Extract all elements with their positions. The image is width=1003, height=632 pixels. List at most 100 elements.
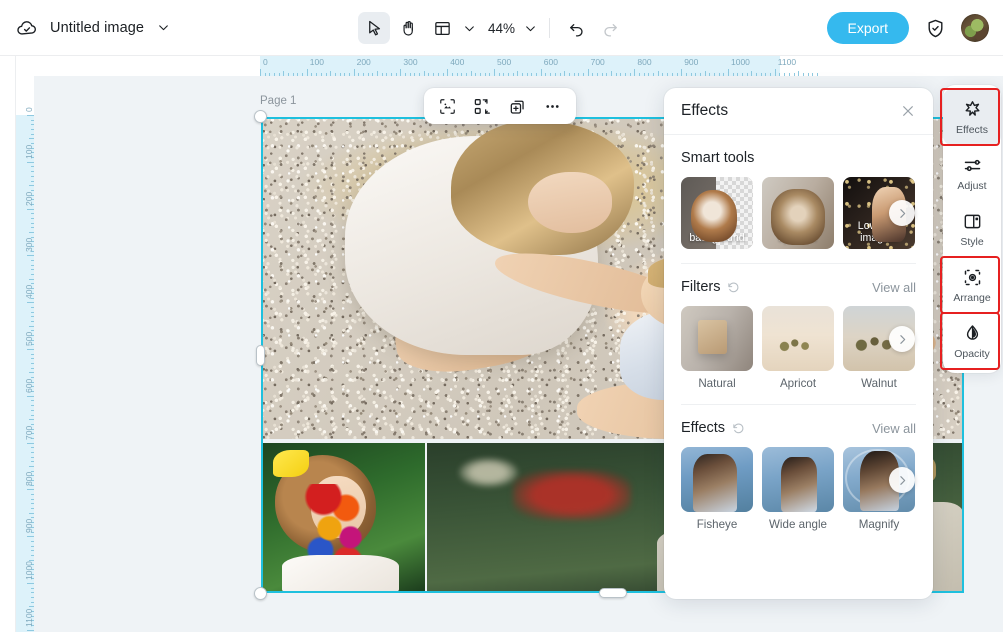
redo-button[interactable] [594, 12, 626, 44]
shield-check-icon[interactable] [923, 16, 947, 40]
ruler-tick-minor [29, 606, 34, 607]
thumbnail-image-upscaler[interactable]: Image upscaler [762, 177, 834, 249]
page-label: Page 1 [260, 95, 296, 107]
chevron-right-icon[interactable] [889, 200, 915, 226]
chevron-right-icon[interactable] [889, 467, 915, 493]
horizontal-ruler[interactable]: 010020030040050060070080090010001100 [16, 56, 1003, 76]
ruler-tick-label: 700 [591, 58, 605, 67]
ruler-tick-minor [405, 73, 406, 76]
layout-tool[interactable] [426, 12, 458, 44]
ruler-tick-label: 700 [25, 425, 34, 439]
style-panel-icon [961, 211, 983, 233]
resize-handle-bottom-left[interactable] [254, 587, 267, 600]
topbar-tool-group: 44% [358, 0, 626, 56]
section-title: Effects [681, 420, 725, 436]
ruler-tick-minor [765, 73, 766, 76]
chevron-right-icon[interactable] [889, 326, 915, 352]
vertical-ruler[interactable]: 010020030040050060070080090010001100 [16, 76, 34, 632]
resize-handle-left[interactable] [256, 345, 265, 366]
section-title: Smart tools [681, 150, 754, 166]
ruler-tick-minor [443, 73, 444, 76]
ruler-tick-minor [31, 555, 34, 556]
cloud-check-icon[interactable] [14, 15, 40, 41]
view-all-link[interactable]: View all [872, 421, 916, 436]
duplicate-plus-icon[interactable] [504, 92, 532, 120]
rail-item-effects[interactable]: Effects [943, 89, 1001, 145]
export-button[interactable]: Export [827, 12, 909, 44]
layout-chevron-down-icon[interactable] [460, 19, 478, 37]
rail-item-opacity[interactable]: Opacity [943, 313, 1001, 369]
ruler-tick-major [588, 69, 589, 76]
thumbnail-natural[interactable] [681, 306, 753, 371]
ruler-tick-label: 1000 [731, 58, 750, 67]
photo-toddler-with-paint[interactable] [262, 443, 425, 591]
thumbnail-wide-angle[interactable] [762, 447, 834, 512]
crop-frame-icon[interactable] [434, 92, 462, 120]
ruler-tick-major [27, 443, 34, 444]
rail-item-style[interactable]: Style [943, 201, 1001, 257]
ruler-tick-minor [812, 73, 813, 76]
ruler-tick-label: 300 [25, 238, 34, 252]
ruler-tick-major [27, 630, 34, 631]
ruler-tick-minor [761, 73, 762, 76]
avatar[interactable] [961, 14, 989, 42]
ruler-tick-minor [279, 73, 280, 76]
rail-item-arrange[interactable]: Arrange [943, 257, 1001, 313]
effects-panel-body[interactable]: Smart tools Remove backgroundImage upscal… [664, 135, 933, 599]
reset-circle-icon[interactable] [727, 281, 740, 294]
ruler-tick-minor [419, 73, 420, 76]
ruler-tick-minor [31, 424, 34, 425]
ruler-active-band [260, 56, 780, 76]
ruler-tick-minor [648, 73, 649, 76]
more-horizontal-icon[interactable] [539, 92, 567, 120]
ruler-tick-minor [461, 73, 462, 76]
ruler-tick-minor [31, 171, 34, 172]
ruler-tick-minor [531, 73, 532, 76]
undo-button[interactable] [560, 12, 592, 44]
ruler-tick-minor [31, 457, 34, 458]
section-title-group: Filters [681, 279, 740, 295]
ruler-tick-minor [31, 368, 34, 369]
left-panel-strip[interactable] [0, 56, 16, 632]
resize-handle-bottom[interactable] [599, 588, 627, 598]
ruler-tick-minor [630, 73, 631, 76]
ruler-tick-minor [297, 73, 298, 76]
ruler-tick-minor [330, 71, 331, 76]
select-tool[interactable] [358, 12, 390, 44]
view-all-link[interactable]: View all [872, 280, 916, 295]
ruler-tick-label: 400 [450, 58, 464, 67]
ruler-tick-label: 0 [25, 107, 34, 112]
chevron-down-icon[interactable] [154, 19, 172, 37]
zoom-level-value[interactable]: 44% [480, 21, 519, 36]
ruler-tick-minor [414, 73, 415, 76]
resize-handle-top-left[interactable] [254, 110, 267, 123]
ruler-tick-minor [658, 71, 659, 76]
ruler-tick-minor [719, 73, 720, 76]
ruler-tick-minor [31, 181, 34, 182]
ruler-tick-minor [293, 73, 294, 76]
ruler-tick-minor [31, 321, 34, 322]
rail-item-adjust[interactable]: Adjust [943, 145, 1001, 201]
thumbnail-fisheye[interactable] [681, 447, 753, 512]
zoom-chevron-down-icon[interactable] [521, 19, 539, 37]
topbar-right-group: Export [827, 0, 989, 56]
hand-tool[interactable] [392, 12, 424, 44]
ruler-tick-minor [274, 73, 275, 76]
close-x-icon[interactable] [897, 100, 919, 122]
ruler-tick-label: 600 [544, 58, 558, 67]
thumbnail-row: FisheyeWide angleMagnify [681, 447, 916, 531]
thumbnail-apricot[interactable] [762, 306, 834, 371]
thumbnail-remove-background[interactable]: Remove background [681, 177, 753, 249]
ruler-tick-minor [31, 363, 34, 364]
ruler-tick-label: 300 [403, 58, 417, 67]
ruler-tick-minor [583, 73, 584, 76]
ruler-tick-minor [391, 73, 392, 76]
ruler-tick-minor [29, 326, 34, 327]
ruler-tick-minor [737, 73, 738, 76]
reset-circle-icon[interactable] [732, 422, 745, 435]
ruler-tick-minor [756, 73, 757, 76]
ruler-tick-minor [485, 73, 486, 76]
document-title[interactable]: Untitled image [50, 20, 144, 36]
ruler-tick-minor [751, 71, 752, 76]
swap-nodes-icon[interactable] [469, 92, 497, 120]
